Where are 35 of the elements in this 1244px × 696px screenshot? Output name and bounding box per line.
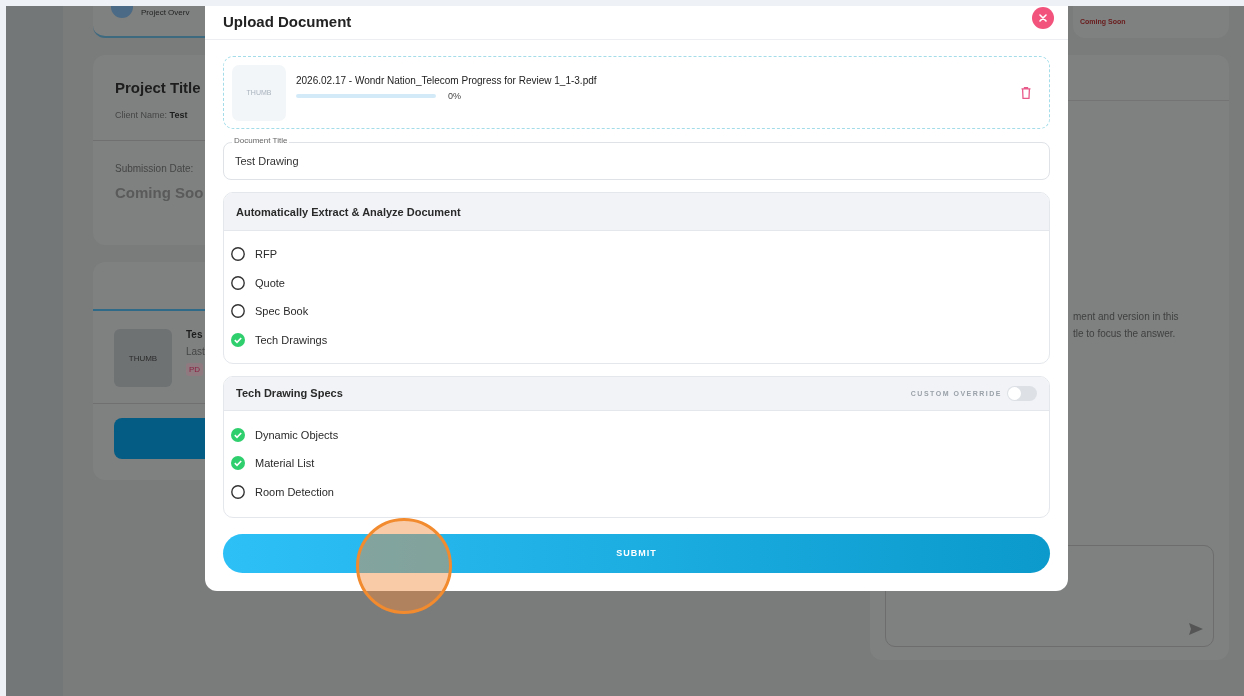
document-meta: Last — [186, 346, 205, 357]
document-name[interactable]: Tes — [186, 329, 205, 340]
override-toggle[interactable] — [1007, 385, 1037, 401]
check-circle-icon[interactable] — [231, 427, 245, 442]
field-label: Document Title — [232, 136, 290, 145]
check-circle-icon[interactable] — [231, 332, 245, 347]
option-label[interactable]: Room Detection — [255, 485, 334, 498]
close-button[interactable] — [1032, 6, 1054, 29]
section-heading: Tech Drawing Specs — [236, 387, 344, 399]
check-circle-icon[interactable] — [231, 456, 245, 470]
progress-percent: 0% — [448, 90, 461, 101]
step-label[interactable]: Project Overv — [141, 8, 190, 17]
project-title: Project Title — [115, 79, 202, 96]
submission-label: Submission Date: — [115, 163, 195, 174]
client-value: Test — [169, 110, 188, 120]
option-label[interactable]: Quote — [255, 276, 285, 289]
dialog-title: Upload Document — [223, 13, 352, 30]
option-label[interactable]: RFP — [255, 248, 277, 260]
option-label[interactable]: Material List — [255, 457, 315, 469]
option-label[interactable]: Dynamic Objects — [255, 428, 339, 441]
radio-circle-icon[interactable] — [231, 304, 245, 318]
option-label[interactable]: Tech Drawings — [255, 333, 328, 346]
radio-circle-icon[interactable] — [231, 484, 245, 499]
radio-circle-icon[interactable] — [231, 247, 245, 261]
send-icon[interactable] — [1189, 623, 1203, 635]
close-icon[interactable] — [1039, 13, 1047, 22]
delete-icon[interactable] — [1021, 86, 1031, 99]
section-heading: Automatically Extract & Analyze Document — [236, 205, 462, 218]
option-label[interactable]: Spec Book — [255, 305, 309, 317]
file-name: 2026.02.17 - Wondr Nation_Telecom Progress for Review 1_1-3.pdf — [296, 74, 598, 86]
document-thumbnail: THUMB — [114, 329, 172, 387]
file-type-badge: PD — [186, 363, 204, 376]
document-title-field[interactable]: Test Drawing — [223, 142, 1050, 180]
hint-text: tle to focus the answer. — [1073, 327, 1177, 341]
radio-circle-icon[interactable] — [231, 275, 245, 290]
